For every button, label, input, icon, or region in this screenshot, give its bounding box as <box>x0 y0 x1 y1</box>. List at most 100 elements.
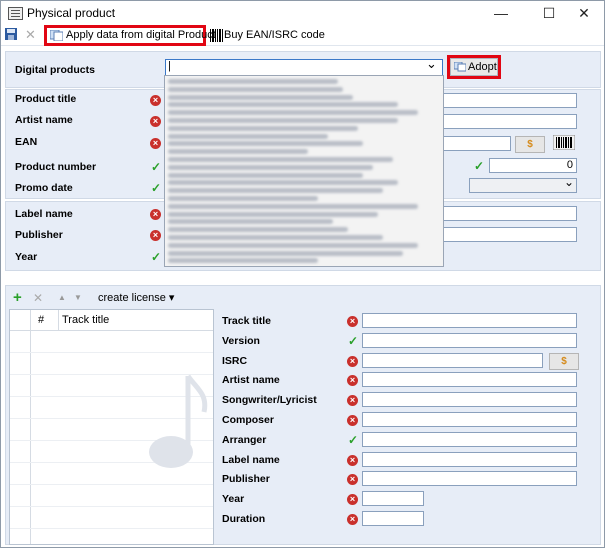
move-down-icon[interactable]: ▼ <box>74 293 82 302</box>
add-track-icon[interactable]: + <box>13 289 22 306</box>
error-icon: × <box>347 415 358 426</box>
chevron-down-icon[interactable]: ⌄ <box>426 56 437 72</box>
track-field-label: Artist name <box>222 374 280 386</box>
dropdown-option[interactable] <box>168 94 353 100</box>
track-field-input[interactable] <box>362 432 577 447</box>
track-field-input[interactable] <box>362 392 577 407</box>
error-icon: × <box>150 95 161 106</box>
buy-ean-dollar-button[interactable]: $ <box>515 136 545 153</box>
product-title-input[interactable] <box>439 93 577 108</box>
track-field-input[interactable] <box>362 412 577 427</box>
close-button[interactable]: ✕ <box>564 1 604 25</box>
error-icon: × <box>347 474 358 485</box>
dropdown-option[interactable] <box>168 118 398 123</box>
dropdown-option[interactable] <box>168 196 318 201</box>
minimize-button[interactable]: — <box>481 1 521 25</box>
track-field-input[interactable] <box>362 333 577 348</box>
dropdown-option[interactable] <box>168 258 318 264</box>
track-field-label: Duration <box>222 513 266 525</box>
track-field-input[interactable] <box>362 452 577 467</box>
create-license-menu[interactable]: create license ▾ <box>98 291 174 304</box>
digital-products-dropdown-list[interactable] <box>164 75 444 267</box>
publisher-input[interactable] <box>439 227 577 242</box>
dropdown-option[interactable] <box>168 180 398 186</box>
promo-date-picker[interactable]: ⌄ <box>469 175 577 193</box>
track-field-label: Composer <box>222 414 274 426</box>
track-grid[interactable]: # Track title <box>9 309 214 545</box>
toolbar: ✕ Apply data from digital Product Buy EA… <box>1 25 604 46</box>
track-field-label: Songwriter/Lyricist <box>222 394 317 406</box>
dropdown-option[interactable] <box>168 110 418 116</box>
app-icon <box>8 7 23 20</box>
dropdown-option[interactable] <box>168 219 333 225</box>
track-field-input[interactable] <box>362 353 543 368</box>
dropdown-option[interactable] <box>168 250 403 256</box>
dropdown-option[interactable] <box>168 227 348 233</box>
ean-label: EAN <box>15 136 38 148</box>
save-icon[interactable] <box>5 28 17 40</box>
product-title-label: Product title <box>15 93 77 105</box>
chevron-down-icon[interactable]: ⌄ <box>564 175 574 189</box>
check-icon: ✓ <box>151 250 162 264</box>
dropdown-option[interactable] <box>168 149 308 155</box>
music-note-icon <box>149 374 208 468</box>
dropdown-option[interactable] <box>168 79 338 84</box>
dropdown-option[interactable] <box>168 172 363 178</box>
dropdown-option[interactable] <box>168 133 328 139</box>
grid-column-divider <box>30 310 31 544</box>
delete-icon[interactable]: ✕ <box>25 27 36 43</box>
maximize-button[interactable]: ☐ <box>529 1 569 25</box>
dropdown-option[interactable] <box>168 157 393 162</box>
buy-ean-button[interactable]: Buy EAN/ISRC code <box>224 29 325 41</box>
ean-input[interactable] <box>439 136 511 151</box>
adopt-button[interactable]: Adopt <box>450 58 498 76</box>
track-field-input[interactable] <box>362 471 577 486</box>
check-icon: ✓ <box>151 181 162 195</box>
dropdown-option[interactable] <box>168 203 418 209</box>
dropdown-option[interactable] <box>168 242 418 248</box>
track-field-input[interactable] <box>362 313 577 328</box>
dropdown-option[interactable] <box>168 86 343 92</box>
error-icon: × <box>150 209 161 220</box>
label-name-input[interactable] <box>439 206 577 221</box>
grid-column-divider <box>58 310 59 330</box>
barcode-icon <box>210 29 223 42</box>
track-field-label: ISRC <box>222 355 248 367</box>
dropdown-option[interactable] <box>168 164 373 170</box>
dropdown-option[interactable] <box>168 211 378 217</box>
dropdown-option[interactable] <box>168 188 383 194</box>
adopt-label: Adopt <box>468 61 497 73</box>
apply-icon <box>50 30 63 41</box>
digital-products-combo[interactable]: | ⌄ <box>165 56 443 76</box>
buy-isrc-dollar-button[interactable]: $ <box>549 353 579 370</box>
barcode-icon[interactable] <box>553 135 575 150</box>
product-number-input[interactable]: 0 <box>489 158 577 173</box>
dropdown-option[interactable] <box>168 102 398 108</box>
track-field-input[interactable] <box>362 511 424 526</box>
apply-digital-button[interactable]: Apply data from digital Product <box>66 29 216 41</box>
adopt-icon <box>454 62 466 72</box>
publisher-label: Publisher <box>15 229 63 241</box>
error-icon: × <box>347 395 358 406</box>
grid-line <box>10 528 213 529</box>
error-icon: × <box>150 138 161 149</box>
track-field-input[interactable] <box>362 491 424 506</box>
move-up-icon[interactable]: ▲ <box>58 293 66 302</box>
column-header-number[interactable]: # <box>38 314 44 326</box>
track-field-input[interactable] <box>362 372 577 387</box>
column-header-track-title[interactable]: Track title <box>62 314 109 326</box>
window: Physical product — ☐ ✕ ✕ Apply data from… <box>0 0 605 548</box>
remove-track-icon[interactable]: ✕ <box>33 291 43 305</box>
error-icon: × <box>347 356 358 367</box>
track-field-label: Track title <box>222 315 272 327</box>
error-icon: × <box>150 230 161 241</box>
combo-caret: | <box>168 60 171 72</box>
dropdown-option[interactable] <box>168 125 358 131</box>
track-field-label: Year <box>222 493 245 505</box>
artist-name-input[interactable] <box>439 114 577 129</box>
dropdown-option[interactable] <box>168 235 383 240</box>
check-icon: ✓ <box>348 334 359 348</box>
product-number-value: 0 <box>566 159 573 171</box>
error-icon: × <box>347 375 358 386</box>
dropdown-option[interactable] <box>168 141 363 147</box>
